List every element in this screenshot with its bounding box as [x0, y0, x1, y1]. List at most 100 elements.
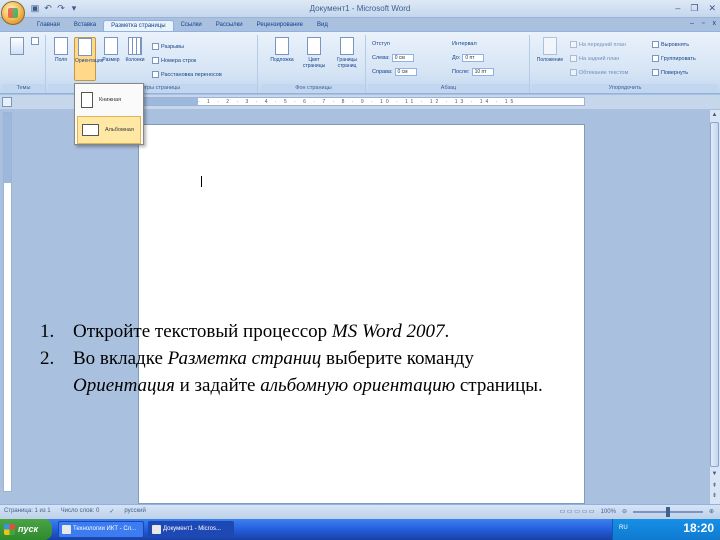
themes-button[interactable] — [6, 37, 28, 57]
page-count[interactable]: Страница: 1 из 1 — [4, 508, 51, 515]
taskbar-item-word[interactable]: Документ1 - Micros... — [148, 521, 234, 538]
tab-mailings[interactable]: Рассылки — [209, 20, 250, 31]
scroll-thumb[interactable] — [710, 122, 719, 467]
language-indicator[interactable]: RU — [619, 525, 628, 531]
instruction-number: 2. — [40, 348, 55, 369]
line-numbers-button[interactable]: Номера строк — [152, 57, 196, 64]
page-color-button[interactable]: Цвет страницы — [300, 37, 328, 69]
taskbar: пуск Технологии ИКТ - Сл... Документ1 - … — [0, 519, 720, 540]
fields-label: Поля — [55, 57, 67, 63]
rotate-button[interactable]: Повернуть — [652, 69, 688, 76]
zoom-value[interactable]: 100% — [601, 509, 616, 515]
spellcheck-icon[interactable]: ✓ — [109, 508, 114, 515]
group-paragraph: Отступ Интервал Слева: 0 см Справа: 0 см Д… — [368, 35, 530, 93]
prev-page-icon[interactable]: ⇞ — [710, 482, 719, 491]
instruction-item: 1. Откройте текстовый процессор MS Word … — [40, 318, 700, 345]
next-page-icon[interactable]: ⇟ — [710, 492, 719, 501]
group-objects-icon — [652, 55, 659, 62]
text-cursor — [201, 176, 202, 187]
group-label-themes: Темы — [2, 84, 45, 93]
scroll-down-icon[interactable]: ▼ — [710, 470, 719, 479]
orientation-landscape-item[interactable]: Альбомная — [77, 116, 141, 144]
hyphenation-label: Расстановка переносов — [161, 71, 222, 78]
clock[interactable]: 18:20 — [683, 521, 714, 535]
tab-home[interactable]: Главная — [30, 20, 67, 31]
spacing-before-row: До: 0 пт — [452, 54, 485, 62]
text-wrap-label: Обтекание текстом — [579, 69, 629, 76]
zoom-slider[interactable] — [632, 506, 703, 517]
position-label: Положение — [536, 57, 564, 63]
indent-left-input[interactable]: 0 см — [391, 54, 414, 62]
instruction-continuation: Ориентация и задайте альбомную ориентаци… — [40, 372, 700, 399]
group-label-page-background: Фон страницы — [262, 84, 365, 93]
start-button[interactable]: пуск — [0, 519, 52, 540]
horizontal-ruler[interactable]: · 1 · 2 · 3 · 4 · 5 · 6 · 7 · 8 · 9 · 10… — [137, 97, 585, 106]
bring-front-label: На передний план — [579, 41, 626, 48]
breaks-icon — [152, 43, 159, 50]
bring-front-button[interactable]: На передний план — [570, 41, 626, 48]
zoom-out-icon[interactable]: ⊖ — [622, 508, 627, 515]
rotate-icon — [652, 69, 659, 76]
orientation-button[interactable]: Ориентация — [74, 37, 103, 81]
send-back-label: На задний план — [579, 55, 620, 62]
columns-button[interactable]: Колонки — [124, 37, 146, 63]
instruction-text-part: страницы. — [455, 375, 543, 396]
fields-button[interactable]: Поля — [50, 37, 72, 63]
theme-options-button[interactable] — [28, 37, 42, 47]
hyphenation-icon — [152, 71, 159, 78]
instructions-list: 1. Откройте текстовый процессор MS Word … — [40, 318, 700, 399]
close-doc-icon[interactable]: x — [713, 20, 717, 27]
align-button[interactable]: Выровнять — [652, 41, 689, 48]
tab-page-layout[interactable]: Разметка страницы — [103, 20, 174, 31]
zoom-in-icon[interactable]: ⊕ — [709, 508, 714, 515]
spacing-after-input[interactable]: 10 пт — [471, 68, 494, 76]
hyphenation-button[interactable]: Расстановка переносов — [152, 71, 222, 78]
indent-heading: Отступ — [372, 41, 390, 47]
bring-front-icon — [570, 41, 577, 48]
page-borders-button[interactable]: Границы страниц — [332, 37, 362, 69]
office-button[interactable] — [1, 1, 25, 25]
zoom-slider-knob[interactable] — [665, 506, 670, 517]
ribbon-controls: – ▫ x — [690, 20, 716, 27]
page-borders-label: Границы страниц — [337, 57, 357, 69]
position-button[interactable]: Положение — [536, 37, 564, 63]
tab-view[interactable]: Вид — [310, 20, 335, 31]
status-left: Страница: 1 из 1 Число слов: 0 ✓ русский — [4, 508, 146, 515]
word-count[interactable]: Число слов: 0 — [61, 508, 100, 515]
group-objects-label: Группировать — [661, 55, 696, 62]
size-button[interactable]: Размер — [100, 37, 122, 63]
text-wrap-button[interactable]: Обтекание текстом — [570, 69, 628, 76]
taskbar-item-presentation[interactable]: Технологии ИКТ - Сл... — [58, 521, 144, 538]
indent-right-row: Справа: 0 см — [372, 68, 417, 76]
minimize-icon[interactable]: – — [675, 3, 680, 14]
view-buttons[interactable]: ▭ ▭ ▭ ▭ ▭ — [560, 508, 595, 515]
orientation-portrait-item[interactable]: Книжная — [77, 86, 141, 114]
tab-insert[interactable]: Вставка — [67, 20, 103, 31]
watermark-button[interactable]: Подложка — [268, 37, 296, 63]
close-icon[interactable]: ✕ — [708, 3, 716, 14]
tab-references[interactable]: Ссылки — [174, 20, 209, 31]
indent-left-label: Слева: — [372, 55, 390, 61]
group-objects-button[interactable]: Группировать — [652, 55, 696, 62]
send-back-button[interactable]: На задний план — [570, 55, 619, 62]
portrait-label: Книжная — [99, 97, 122, 103]
restore-doc-icon[interactable]: ▫ — [702, 20, 704, 27]
size-label: Размер — [102, 57, 120, 63]
spacing-before-input[interactable]: 0 пт — [462, 54, 485, 62]
tab-selector-icon[interactable] — [2, 97, 12, 107]
status-right: ▭ ▭ ▭ ▭ ▭ 100% ⊖ ⊕ — [560, 506, 714, 517]
instruction-text-end: . — [444, 321, 450, 342]
document-page[interactable] — [138, 124, 585, 504]
instruction-item: 2. Во вкладке Разметка страниц выберите … — [40, 345, 700, 372]
minimize-doc-icon[interactable]: – — [690, 20, 694, 27]
breaks-button[interactable]: Разрывы — [152, 43, 184, 50]
spacing-before-label: До: — [452, 55, 461, 61]
scroll-up-icon[interactable]: ▲ — [710, 111, 719, 120]
tab-review[interactable]: Рецензирование — [250, 20, 310, 31]
language-status[interactable]: русский — [124, 508, 146, 515]
indent-right-input[interactable]: 0 см — [394, 68, 417, 76]
restore-icon[interactable]: ❐ — [690, 3, 698, 14]
vertical-ruler[interactable] — [3, 112, 12, 492]
system-tray: RU 18:20 — [612, 519, 720, 540]
spacing-after-row: После: 10 пт — [452, 68, 494, 76]
